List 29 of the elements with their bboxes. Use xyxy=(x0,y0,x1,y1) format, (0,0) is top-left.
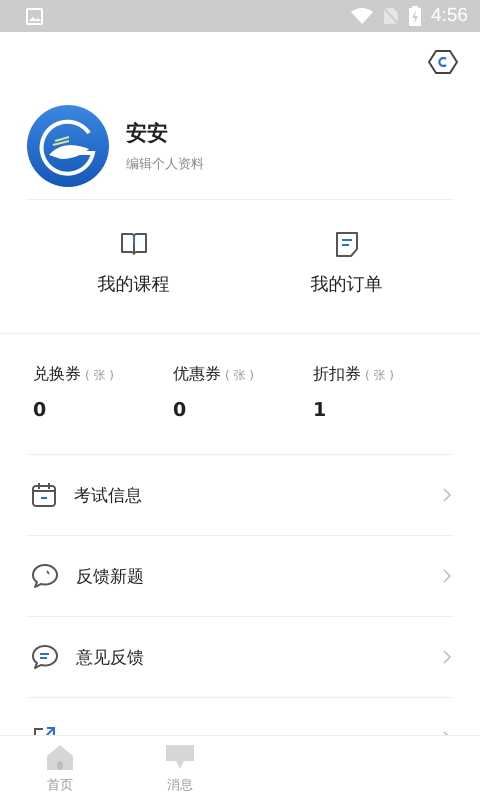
menu-item[interactable]: 反馈新题 xyxy=(76,564,443,588)
calendar-icon xyxy=(31,482,57,508)
chat-icon xyxy=(31,644,59,670)
book-icon xyxy=(118,230,148,258)
coupon-label: 折扣券 xyxy=(313,364,361,383)
message-icon xyxy=(165,744,195,770)
document-icon xyxy=(334,230,360,258)
coupon-count: 1 xyxy=(313,399,326,421)
wifi-icon xyxy=(351,8,374,24)
edit-profile-link[interactable]: 编辑个人资料 xyxy=(126,154,204,172)
unit-label: ( 张 ) xyxy=(225,368,254,382)
user-name: 安安 xyxy=(126,120,169,146)
speech-bubble-icon xyxy=(31,563,59,589)
battery-charging-icon xyxy=(409,6,422,26)
no-sim-icon xyxy=(383,7,400,25)
home-icon xyxy=(46,744,74,770)
coupon-label: 优惠券 xyxy=(173,364,221,383)
coupon-count: 0 xyxy=(33,399,46,421)
shortcut-label[interactable]: 我的课程 xyxy=(98,272,170,296)
coupon-count: 0 xyxy=(173,399,186,421)
menu-item[interactable]: 考试信息 xyxy=(74,484,443,506)
menu-item[interactable]: 意见反馈 xyxy=(76,646,443,668)
avatar[interactable] xyxy=(27,104,109,186)
shortcut-label[interactable]: 我的订单 xyxy=(310,272,382,296)
coupon-label: 兑换券 xyxy=(33,364,81,383)
unit-label: ( 张 ) xyxy=(365,368,394,382)
unit-label: ( 张 ) xyxy=(85,368,114,382)
image-icon xyxy=(26,8,43,24)
settings-icon[interactable] xyxy=(428,49,458,75)
